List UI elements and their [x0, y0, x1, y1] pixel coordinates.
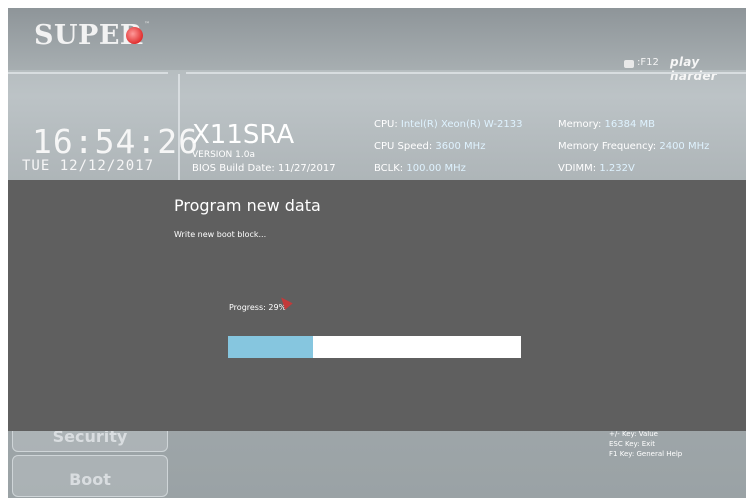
dialog-title: Program new data [174, 196, 321, 215]
vdimm-label: VDIMM: [558, 163, 597, 174]
vdimm-value: 1.232V [599, 163, 635, 174]
clock-date: TUE 12/12/2017 [22, 158, 155, 174]
cpu-label: CPU: [374, 119, 398, 130]
bios-build-date: BIOS Build Date: 11/27/2017 [192, 163, 336, 174]
flash-progress-dialog: Program new data Write new boot block...… [8, 180, 746, 431]
bios-screen: SUPER ™ :F12 play harder 16:54:26 TUE 12… [8, 8, 746, 498]
memory-frequency-label: Memory Frequency: [558, 141, 657, 152]
help-esc-key: ESC Key: Exit [609, 440, 655, 448]
board-model: X11SRA [192, 120, 295, 150]
cpu-speed-value: 3600 MHz [435, 141, 486, 152]
help-value-key: +/- Key: Value [609, 430, 658, 438]
logo-trademark: ™ [144, 21, 150, 28]
progress-bar [228, 336, 521, 358]
bclk-info: BCLK: 100.00 MHz [374, 163, 466, 174]
f12-hint: :F12 [637, 57, 659, 68]
cpu-speed-info: CPU Speed: 3600 MHz [374, 141, 485, 152]
divider-line [8, 72, 168, 74]
clock-time: 16:54:26 [32, 122, 199, 161]
nav-boot-label: Boot [69, 470, 111, 489]
bclk-value: 100.00 MHz [406, 163, 466, 174]
memory-value: 16384 MB [604, 119, 655, 130]
progress-label: Progress: 29% [229, 303, 287, 312]
memory-frequency-info: Memory Frequency: 2400 MHz [558, 141, 709, 152]
tagline: play harder [670, 55, 718, 83]
help-f1-key: F1 Key: General Help [609, 450, 683, 458]
nav-boot[interactable]: Boot [12, 455, 168, 497]
divider-line [186, 72, 746, 74]
bclk-label: BCLK: [374, 163, 404, 174]
camera-icon [624, 60, 634, 68]
memory-label: Memory: [558, 119, 602, 130]
memory-frequency-value: 2400 MHz [659, 141, 710, 152]
logo-dot-icon [126, 27, 143, 44]
cpu-speed-label: CPU Speed: [374, 141, 433, 152]
memory-info: Memory: 16384 MB [558, 119, 655, 130]
cpu-value: Intel(R) Xeon(R) W-2133 [400, 119, 523, 130]
dialog-message: Write new boot block... [174, 230, 267, 239]
cpu-info: CPU: Intel(R) Xeon(R) W-2133 [374, 119, 522, 130]
progress-bar-fill [228, 336, 313, 358]
board-version: VERSION 1.0a [192, 150, 255, 160]
vdimm-info: VDIMM: 1.232V [558, 163, 635, 174]
